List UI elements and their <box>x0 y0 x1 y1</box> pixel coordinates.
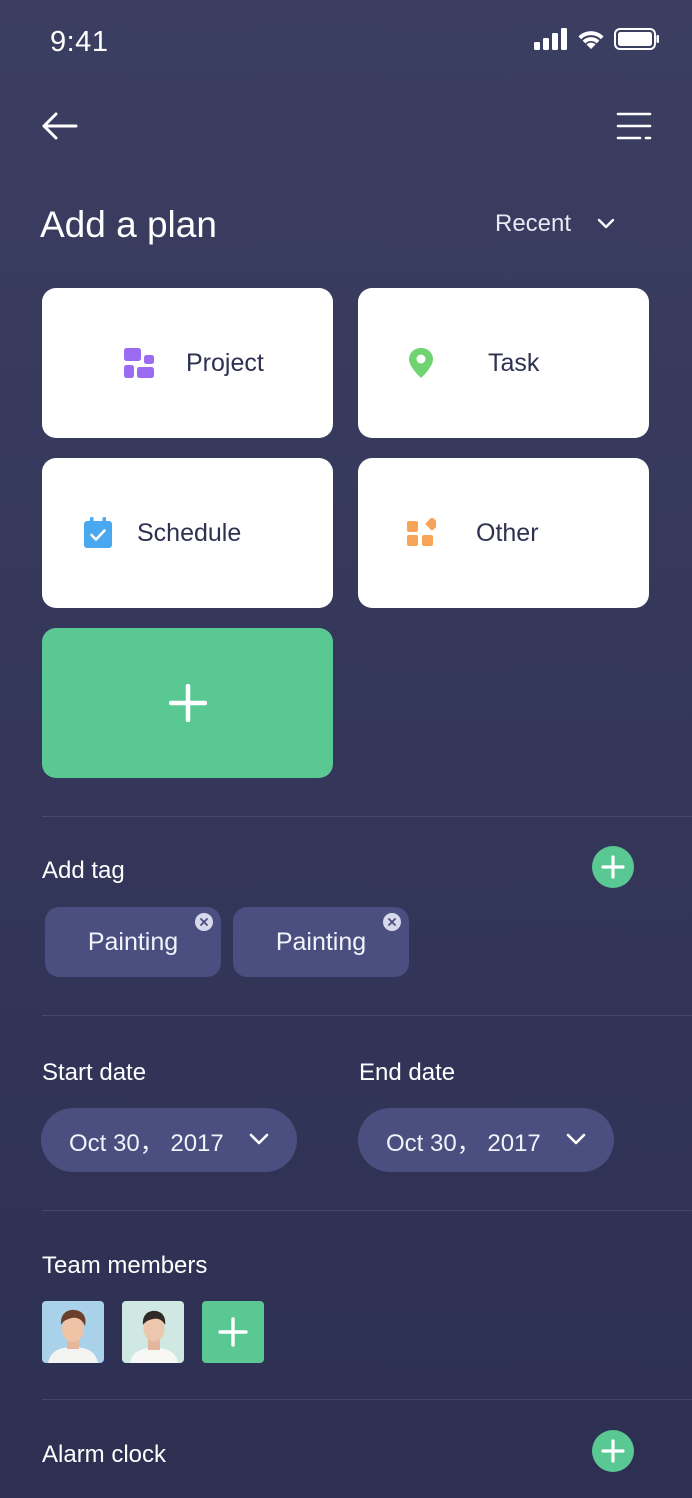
team-members-label: Team members <box>42 1252 208 1279</box>
plus-icon <box>601 1439 625 1463</box>
sort-label: Recent <box>495 210 572 237</box>
avatar[interactable] <box>42 1301 104 1363</box>
end-date-label: End date <box>359 1059 456 1086</box>
wifi-icon <box>578 31 604 49</box>
add-alarm-button[interactable] <box>592 1430 634 1472</box>
plan-card-task[interactable]: Task <box>358 288 649 438</box>
end-date-value: Oct 30， 2017 <box>386 1129 541 1157</box>
plan-card-other[interactable]: Other <box>358 458 649 608</box>
project-icon <box>122 346 156 380</box>
plan-card-label: Project <box>186 348 264 377</box>
chevron-down-icon <box>566 1133 586 1145</box>
tag-chip[interactable]: Painting <box>233 907 409 977</box>
plan-card-label: Task <box>488 348 540 377</box>
plan-card-project[interactable]: Project <box>42 288 333 438</box>
remove-tag-button[interactable] <box>383 913 401 931</box>
add-member-button[interactable] <box>202 1301 264 1363</box>
plan-card-label: Other <box>476 518 539 547</box>
divider <box>42 1015 692 1016</box>
tag-label: Painting <box>275 927 367 956</box>
signal-icon <box>534 28 567 50</box>
status-icons <box>534 28 660 50</box>
plus-icon <box>218 1317 248 1347</box>
plan-card-label: Schedule <box>137 518 242 547</box>
avatar[interactable] <box>122 1301 184 1363</box>
start-date-label: Start date <box>42 1059 147 1086</box>
end-date-picker[interactable]: Oct 30， 2017 <box>358 1108 614 1172</box>
menu-button[interactable] <box>612 106 656 146</box>
menu-icon <box>616 112 652 140</box>
plus-icon <box>168 684 207 722</box>
alarm-clock-label: Alarm clock <box>42 1441 167 1468</box>
status-time: 9:41 <box>50 26 109 58</box>
battery-icon <box>614 28 659 50</box>
divider <box>42 816 692 817</box>
divider <box>42 1210 692 1211</box>
add-tag-button[interactable] <box>592 846 634 888</box>
divider <box>42 1399 692 1400</box>
tag-label: Painting <box>87 927 179 956</box>
chevron-down-icon <box>597 218 615 229</box>
add-plan-type-button[interactable] <box>42 628 333 778</box>
close-icon <box>388 918 396 926</box>
chevron-down-icon <box>249 1133 269 1145</box>
sort-dropdown[interactable]: Recent <box>495 210 615 238</box>
calendar-check-icon <box>81 516 115 550</box>
location-pin-icon <box>404 346 438 380</box>
tags-label: Add tag <box>42 857 125 884</box>
start-date-picker[interactable]: Oct 30， 2017 <box>41 1108 297 1172</box>
back-button[interactable] <box>40 106 80 146</box>
tag-chip[interactable]: Painting <box>45 907 221 977</box>
start-date-value: Oct 30， 2017 <box>69 1129 224 1157</box>
plan-card-schedule[interactable]: Schedule <box>42 458 333 608</box>
close-icon <box>200 918 208 926</box>
arrow-left-icon <box>42 112 78 140</box>
plus-icon <box>601 855 625 879</box>
remove-tag-button[interactable] <box>195 913 213 931</box>
page-title: Add a plan <box>40 204 217 245</box>
shapes-icon <box>404 516 438 550</box>
